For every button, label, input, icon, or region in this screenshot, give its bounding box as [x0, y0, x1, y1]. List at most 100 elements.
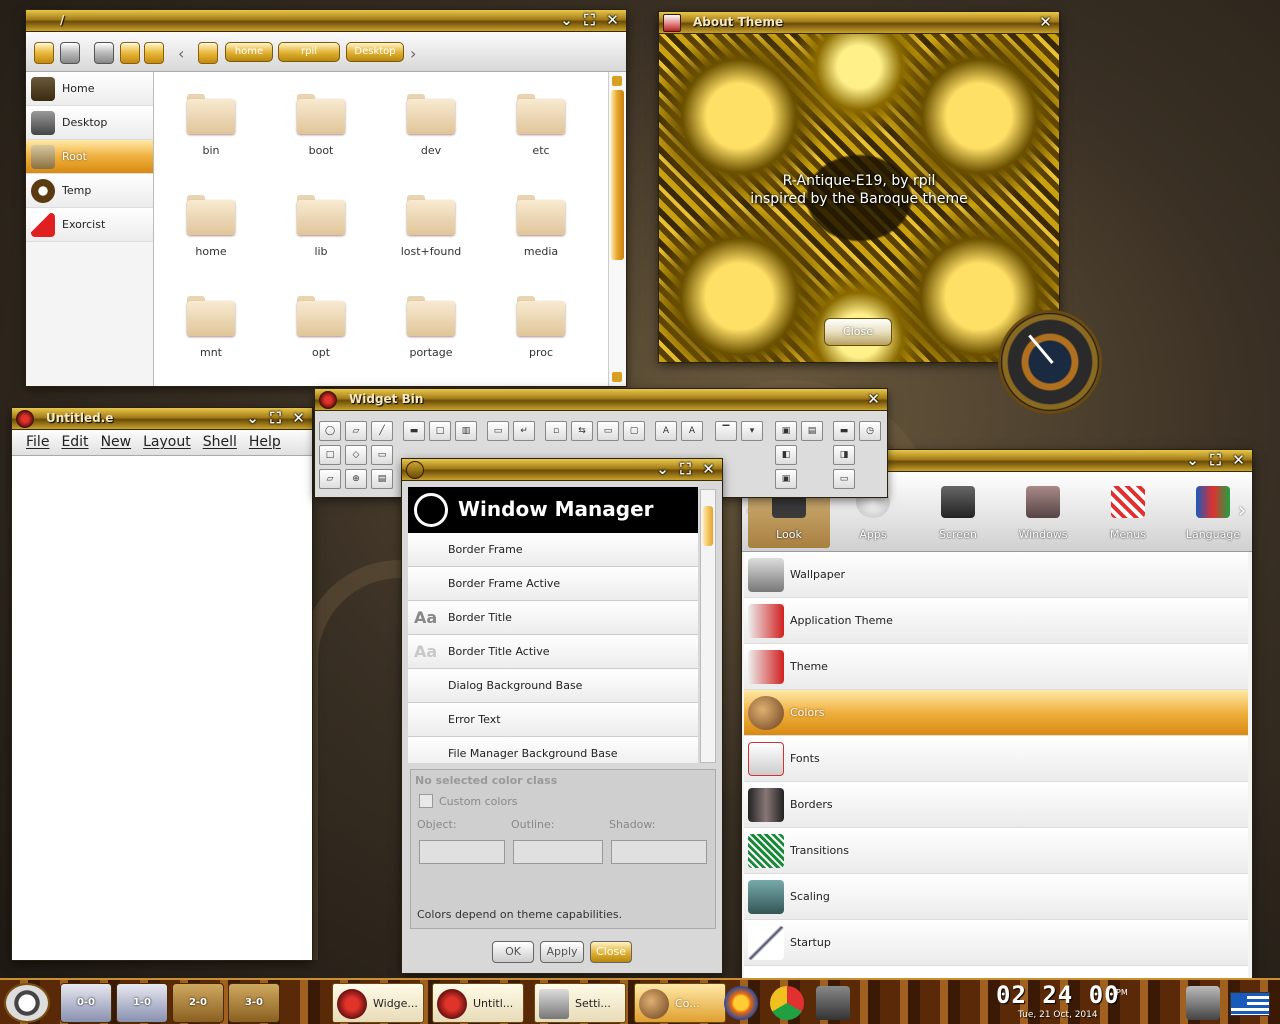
- list-item[interactable]: Dialog Background Base: [408, 669, 698, 703]
- settings-item-scaling[interactable]: Scaling: [744, 874, 1248, 920]
- settings-item-wallpaper[interactable]: Wallpaper: [744, 552, 1248, 598]
- widget-frame[interactable]: □: [429, 421, 451, 441]
- widget-image[interactable]: ▣: [775, 421, 797, 441]
- list-item[interactable]: File Manager Background Base: [408, 737, 698, 763]
- maximize-icon[interactable]: ⛶: [266, 409, 285, 428]
- widget-bin-titlebar[interactable]: Widget Bin ✕: [315, 389, 887, 411]
- sidebar-item-exorcist[interactable]: Exorcist: [26, 208, 153, 242]
- tab-menus[interactable]: Menus: [1087, 480, 1169, 548]
- chevron-left-icon[interactable]: ‹: [178, 44, 184, 63]
- scroll-down-icon[interactable]: [612, 372, 622, 382]
- menu-help[interactable]: Help: [243, 430, 287, 455]
- network-icon[interactable]: [1186, 986, 1220, 1020]
- list-item[interactable]: Aa Border Title Active: [408, 635, 698, 669]
- folder-item[interactable]: media: [496, 183, 586, 273]
- chrome-icon[interactable]: [770, 986, 804, 1020]
- menu-shell[interactable]: Shell: [197, 430, 243, 455]
- maximize-icon[interactable]: ⛶: [580, 11, 599, 30]
- pager-desk-1-0[interactable]: 1-0: [116, 983, 168, 1023]
- chevron-down-icon[interactable]: ⌄: [653, 460, 672, 479]
- sidebar-item-root[interactable]: Root: [26, 140, 153, 174]
- list-item[interactable]: Error Text: [408, 703, 698, 737]
- close-icon[interactable]: ✕: [1036, 13, 1055, 32]
- maximize-icon[interactable]: ⛶: [1206, 451, 1225, 470]
- widget-spinner[interactable]: ▫: [545, 421, 567, 441]
- widget-return[interactable]: ↵: [513, 421, 535, 441]
- list-item[interactable]: Aa Border Title: [408, 601, 698, 635]
- clock-icon[interactable]: ◷: [859, 421, 881, 441]
- folder-item[interactable]: bin: [166, 82, 256, 172]
- close-icon[interactable]: ✕: [864, 390, 883, 409]
- widget-diamond[interactable]: ◇: [345, 445, 367, 465]
- pager-desk-2-0[interactable]: 2-0: [172, 983, 224, 1023]
- folder-item[interactable]: etc: [496, 82, 586, 172]
- chevron-down-icon[interactable]: ⌄: [557, 11, 576, 30]
- folder-item[interactable]: dev: [386, 82, 476, 172]
- list-item[interactable]: Border Frame: [408, 533, 698, 567]
- back-button[interactable]: [34, 42, 54, 64]
- widget-stepper[interactable]: ⇆: [571, 421, 593, 441]
- widget-preview[interactable]: ▣: [775, 469, 797, 489]
- widget-toolbar[interactable]: ▔: [715, 421, 737, 441]
- widget-window[interactable]: ▭: [371, 445, 393, 465]
- maximize-icon[interactable]: ⛶: [676, 460, 695, 479]
- widget-highlight[interactable]: ▭: [833, 469, 855, 489]
- sidebar-item-desktop[interactable]: Desktop: [26, 106, 153, 140]
- about-close-button[interactable]: Close: [824, 318, 892, 346]
- widget-check[interactable]: ▢: [623, 421, 645, 441]
- widget-slider[interactable]: ◧: [775, 445, 797, 465]
- folder-item[interactable]: boot: [276, 82, 366, 172]
- settings-item-theme[interactable]: Theme: [744, 644, 1248, 690]
- sidebar-item-home[interactable]: Home: [26, 72, 153, 106]
- widget-label-alt[interactable]: A: [681, 421, 703, 441]
- folder-item[interactable]: lost+found: [386, 183, 476, 273]
- widget-panel[interactable]: ▬: [403, 421, 425, 441]
- shadow-color-swatch[interactable]: [611, 840, 707, 864]
- close-icon[interactable]: ✕: [699, 460, 718, 479]
- file-grid-scrollbar[interactable]: [608, 72, 626, 386]
- folder-item[interactable]: proc: [496, 284, 586, 374]
- about-theme-titlebar[interactable]: About Theme ✕: [659, 12, 1059, 34]
- list-item[interactable]: Border Frame Active: [408, 567, 698, 601]
- bookmark-button[interactable]: [144, 42, 164, 64]
- widget-bar[interactable]: ▬: [833, 421, 855, 441]
- file-manager-titlebar[interactable]: / ⌄ ⛶ ✕: [26, 10, 626, 32]
- firefox-icon[interactable]: [724, 986, 758, 1020]
- home-button[interactable]: [94, 42, 114, 64]
- widget-shape[interactable]: ▱: [345, 421, 367, 441]
- widget-target[interactable]: ⊕: [345, 469, 367, 489]
- widget-photo[interactable]: ▤: [801, 421, 823, 441]
- widget-table[interactable]: ▥: [455, 421, 477, 441]
- task-colors[interactable]: Co...: [634, 983, 726, 1023]
- close-icon[interactable]: ✕: [289, 409, 308, 428]
- task-widget-bin[interactable]: Widge...: [332, 983, 424, 1023]
- widget-parallelogram[interactable]: ▱: [319, 469, 341, 489]
- object-color-swatch[interactable]: [419, 840, 505, 864]
- scroll-up-icon[interactable]: [612, 76, 622, 86]
- settings-item-transitions[interactable]: Transitions: [744, 828, 1248, 874]
- start-menu-button[interactable]: [4, 983, 50, 1023]
- menu-new[interactable]: New: [95, 430, 138, 455]
- chevron-down-icon[interactable]: ⌄: [243, 409, 262, 428]
- pager-desk-0-0[interactable]: 0-0: [60, 983, 112, 1023]
- settings-item-startup[interactable]: Startup: [744, 920, 1248, 966]
- chevron-right-icon[interactable]: ›: [410, 44, 416, 63]
- sidebar-item-temp[interactable]: Temp: [26, 174, 153, 208]
- color-class-scrollbar[interactable]: [700, 489, 716, 763]
- outline-color-swatch[interactable]: [513, 840, 603, 864]
- folder-item[interactable]: mnt: [166, 284, 256, 374]
- close-icon[interactable]: ✕: [1229, 451, 1248, 470]
- settings-item-fonts[interactable]: Fonts: [744, 736, 1248, 782]
- widget-rect[interactable]: □: [319, 445, 341, 465]
- folder-item[interactable]: portage: [386, 284, 476, 374]
- settings-item-borders[interactable]: Borders: [744, 782, 1248, 828]
- custom-colors-checkbox[interactable]: [419, 794, 433, 808]
- settings-item-colors[interactable]: Colors: [744, 690, 1248, 736]
- widget-lines[interactable]: ╱: [371, 421, 393, 441]
- widget-ellipse[interactable]: ◯: [319, 421, 341, 441]
- chevron-right-icon[interactable]: ›: [1238, 498, 1246, 522]
- folder-item[interactable]: home: [166, 183, 256, 273]
- folder-item[interactable]: opt: [276, 284, 366, 374]
- scroll-thumb[interactable]: [703, 506, 713, 546]
- widget-label[interactable]: A: [655, 421, 677, 441]
